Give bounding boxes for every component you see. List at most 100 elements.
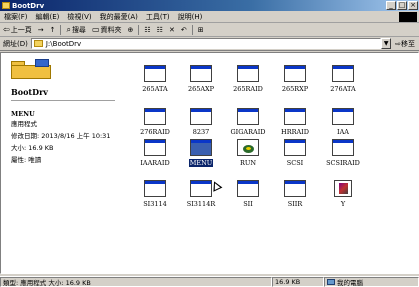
application-icon bbox=[237, 65, 259, 82]
application-icon bbox=[237, 180, 259, 197]
minimize-button[interactable]: _ bbox=[386, 1, 396, 10]
toolbar-separator bbox=[138, 24, 140, 35]
address-bar: 網址(D) J:\BootDrv ▼ ⇨移至 bbox=[0, 37, 419, 51]
move-to-button[interactable]: ☷ bbox=[141, 26, 153, 34]
forward-button[interactable]: → bbox=[35, 26, 47, 34]
history-button[interactable]: ⊕ bbox=[125, 26, 137, 34]
address-label: 網址(D) bbox=[3, 39, 28, 48]
file-label: SCSI bbox=[286, 159, 304, 167]
application-icon bbox=[332, 139, 354, 156]
file-label-wrap: MENU bbox=[181, 159, 221, 167]
selected-item-type: 應用程式 bbox=[11, 120, 37, 128]
file-label: 265RXP bbox=[281, 85, 309, 93]
status-zone-label: 我的電腦 bbox=[337, 279, 363, 287]
file-item-selected[interactable]: MENU bbox=[181, 139, 221, 173]
close-button[interactable]: × bbox=[408, 1, 418, 10]
menu-help[interactable]: 說明(H) bbox=[174, 12, 207, 22]
toolbar-separator bbox=[60, 24, 62, 35]
window-title: BootDrv bbox=[12, 1, 45, 10]
copy-to-button[interactable]: ☷ bbox=[154, 26, 166, 34]
my-computer-icon bbox=[327, 279, 335, 285]
selected-item-modified: 修改日期: 2013/8/16 上午 10:31 bbox=[11, 132, 111, 140]
file-item[interactable]: 265RXP bbox=[275, 65, 315, 99]
selected-item-size: 大小: 16.9 KB bbox=[11, 144, 54, 152]
folder-icon bbox=[2, 2, 10, 9]
folder-icon bbox=[33, 40, 43, 47]
file-label: HRRAID bbox=[281, 128, 309, 136]
file-label: 276RAID bbox=[140, 128, 170, 136]
large-folder-icon bbox=[11, 59, 51, 79]
file-label: IAARAID bbox=[140, 159, 170, 167]
status-text: 類型: 應用程式 大小: 16.9 KB bbox=[0, 277, 272, 287]
file-item[interactable]: IAARAID bbox=[135, 139, 175, 173]
search-label: 搜尋 bbox=[71, 25, 86, 34]
title-bar: BootDrv _ □ × bbox=[0, 0, 419, 11]
file-item[interactable]: Y bbox=[323, 180, 363, 214]
file-item[interactable]: SCSI bbox=[275, 139, 315, 173]
file-item[interactable]: SII bbox=[228, 180, 268, 214]
pane-folder-title: BootDrv bbox=[11, 87, 48, 97]
file-item[interactable]: 276RAID bbox=[135, 108, 175, 142]
file-label: SIIR bbox=[287, 200, 303, 208]
file-label: 265ATA bbox=[142, 85, 168, 93]
file-label: MENU bbox=[188, 159, 214, 167]
windows-logo-icon bbox=[399, 11, 417, 22]
file-item[interactable]: SI3114 bbox=[135, 180, 175, 214]
views-button[interactable]: ⊞ bbox=[195, 26, 207, 34]
file-item[interactable]: HRRAID bbox=[275, 108, 315, 142]
file-label: 265RAID bbox=[233, 85, 263, 93]
application-icon bbox=[144, 65, 166, 82]
address-value: J:\BootDrv bbox=[45, 39, 82, 48]
file-label: SII bbox=[243, 200, 253, 208]
back-arrow-icon: ⇦ bbox=[3, 25, 10, 34]
menu-view[interactable]: 檢視(V) bbox=[63, 12, 95, 22]
file-label: IAA bbox=[337, 128, 349, 136]
file-item[interactable]: SIIR bbox=[275, 180, 315, 214]
folders-button[interactable]: ▭ 資料夾 bbox=[89, 25, 125, 35]
application-icon bbox=[190, 108, 212, 125]
file-label: SI3114R bbox=[186, 200, 216, 208]
cd-drive-icon bbox=[237, 139, 259, 156]
menu-file[interactable]: 檔案(F) bbox=[0, 12, 32, 22]
toolbar-separator bbox=[191, 24, 193, 35]
status-size: 16.9 KB bbox=[272, 277, 324, 287]
file-view[interactable]: BootDrv MENU 應用程式 修改日期: 2013/8/16 上午 10:… bbox=[0, 52, 419, 274]
go-button[interactable]: ⇨移至 bbox=[391, 39, 419, 49]
menu-edit[interactable]: 編輯(E) bbox=[32, 12, 64, 22]
search-button[interactable]: ⌕ 搜尋 bbox=[63, 25, 88, 35]
back-label: 上一頁 bbox=[10, 25, 32, 34]
up-button[interactable]: ↑ bbox=[47, 26, 59, 34]
undo-button[interactable]: ↶ bbox=[178, 26, 190, 34]
selected-item-attributes: 屬性: 唯讀 bbox=[11, 156, 42, 164]
file-label: 8237 bbox=[192, 128, 210, 136]
file-item[interactable]: 265ATA bbox=[135, 65, 175, 99]
file-item[interactable]: GIGARAID bbox=[228, 108, 268, 142]
back-button[interactable]: ⇦ 上一頁 bbox=[0, 25, 35, 35]
file-item[interactable]: 8237 bbox=[181, 108, 221, 142]
menu-favorites[interactable]: 我的最愛(A) bbox=[96, 12, 142, 22]
application-icon bbox=[284, 139, 306, 156]
application-icon bbox=[284, 65, 306, 82]
file-item[interactable]: IAA bbox=[323, 108, 363, 142]
maximize-button[interactable]: □ bbox=[397, 1, 407, 10]
folders-icon: ▭ bbox=[91, 25, 100, 34]
toolbar: ⇦ 上一頁 → ↑ ⌕ 搜尋 ▭ 資料夾 ⊕ ☷ ☷ ✕ ↶ ⊞ bbox=[0, 23, 419, 37]
address-input[interactable]: J:\BootDrv bbox=[30, 38, 382, 49]
delete-button[interactable]: ✕ bbox=[166, 26, 178, 34]
application-icon bbox=[237, 108, 259, 125]
application-icon bbox=[284, 108, 306, 125]
application-icon bbox=[284, 180, 306, 197]
application-icon bbox=[190, 65, 212, 82]
application-icon bbox=[144, 108, 166, 125]
status-zone: 我的電腦 bbox=[324, 277, 419, 287]
file-item[interactable]: SCSIRAID bbox=[323, 139, 363, 173]
address-dropdown-button[interactable]: ▼ bbox=[381, 38, 392, 49]
file-item[interactable]: 276ATA bbox=[323, 65, 363, 99]
file-item[interactable]: 265RAID bbox=[228, 65, 268, 99]
file-item[interactable]: 265AXP bbox=[181, 65, 221, 99]
application-icon bbox=[144, 180, 166, 197]
status-bar: 類型: 應用程式 大小: 16.9 KB 16.9 KB 我的電腦 bbox=[0, 276, 419, 287]
menu-tools[interactable]: 工具(T) bbox=[142, 12, 174, 22]
folders-label: 資料夾 bbox=[100, 25, 122, 34]
file-item[interactable]: RUN bbox=[228, 139, 268, 173]
